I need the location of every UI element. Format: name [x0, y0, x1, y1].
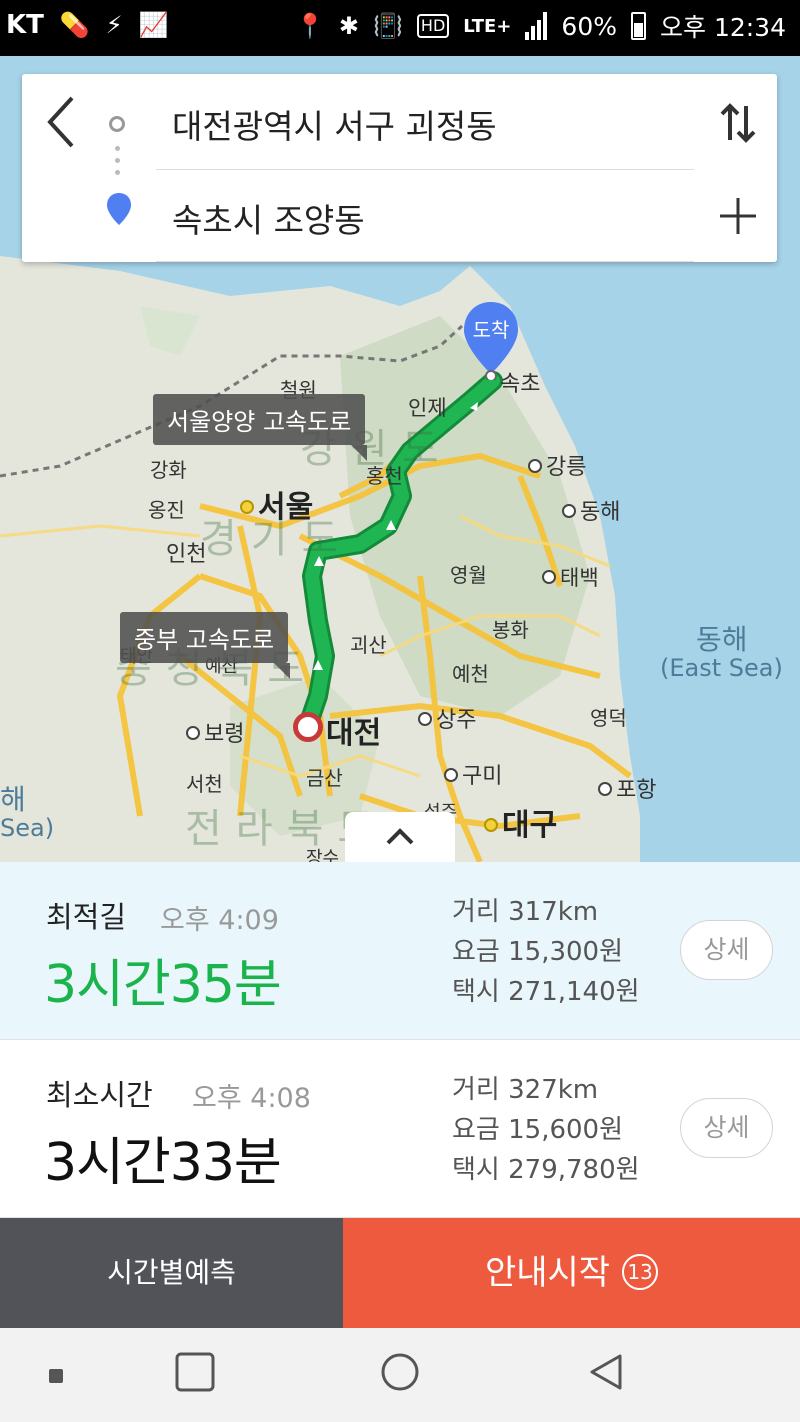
route-toll: 요금 15,600원 [452, 1115, 623, 1145]
place-incheon: 인천 [166, 542, 207, 567]
place-geumsan: 금산 [306, 766, 343, 790]
start-navigation-button[interactable]: 안내시작 13 [343, 1218, 800, 1328]
route-toll: 요금 15,300원 [452, 937, 623, 967]
route-taxi-fare: 택시 279,780원 [452, 1155, 640, 1185]
battery-percent: 60% [561, 11, 617, 41]
route-duration: 3시간33분 [44, 1133, 282, 1193]
field-divider [156, 261, 694, 262]
place-jangsu: 장수 [306, 848, 340, 862]
home-button[interactable] [380, 1352, 420, 1396]
add-waypoint-button[interactable] [718, 196, 758, 236]
origin-field[interactable]: 대전광역시 서구 괴정동 [172, 100, 692, 148]
expand-panel-button[interactable] [345, 812, 455, 864]
sea-label-east-ko: 동해 [696, 623, 748, 656]
place-daejeon: 대전 [326, 716, 382, 751]
chevron-up-icon [386, 828, 414, 845]
road-label-jungbu: 중부 고속도로 [120, 612, 291, 679]
swap-button[interactable] [718, 98, 758, 148]
place-boryeong: 보령 [186, 716, 244, 748]
triangle-back-icon [590, 1354, 622, 1390]
place-taebaek: 태백 [542, 562, 599, 592]
destination-field[interactable]: 속초시 조양동 [172, 194, 692, 242]
signal-icon [525, 12, 548, 40]
road-label-seoul-yangyang: 서울양양 고속도로 [153, 394, 368, 461]
route-taxi-fare: 택시 271,140원 [452, 977, 640, 1007]
sea-label-east-en: (East Sea) [660, 654, 783, 682]
route-arrival-time: 오후 4:09 [160, 905, 279, 936]
status-bar: KT 💊 ⚡ 📈 📍 ✱ 📳 HD LTE+ 60% 오후 12:34 [0, 0, 800, 56]
nav-back-button[interactable] [586, 1352, 626, 1396]
place-seoul: 서울 [240, 482, 313, 526]
destination-pin-label: 도착 [472, 318, 510, 342]
v3-app-icon: ⚡ [105, 11, 123, 39]
origin-dot-icon [109, 116, 125, 132]
route-option-fastest[interactable]: 최소시간 오후 4:08 3시간33분 거리 327km 요금 15,600원 … [0, 1040, 800, 1218]
clock: 오후 12:34 [660, 13, 786, 42]
route-option-recommended[interactable]: 최적길 오후 4:09 3시간35분 거리 317km 요금 15,300원 택… [0, 862, 800, 1040]
place-daegu: 대구 [484, 800, 557, 844]
plus-icon [720, 198, 756, 234]
place-seocheon: 서천 [186, 772, 223, 796]
start-navigation-label: 안내시작 [484, 1253, 611, 1293]
place-yeongwol: 영월 [450, 563, 487, 587]
route-info: 거리 317km 요금 15,300원 택시 271,140원 [452, 892, 640, 1012]
countdown-badge: 13 [622, 1253, 659, 1290]
hd-voice-icon: HD [416, 14, 450, 38]
route-distance: 거리 317km [452, 897, 599, 927]
place-yecheon: 예천 [452, 662, 489, 686]
time-prediction-label: 시간별예측 [107, 1256, 236, 1289]
route-detail-button[interactable]: 상세 [680, 1098, 773, 1158]
place-yeongdeok: 영덕 [590, 706, 627, 730]
route-dots-icon [115, 146, 120, 182]
vibrate-icon: 📳 [373, 12, 403, 40]
field-divider [156, 169, 694, 170]
square-icon [175, 1352, 215, 1392]
route-distance: 거리 327km [452, 1075, 599, 1105]
route-name: 최적길 [46, 900, 127, 934]
circle-home-icon [381, 1353, 419, 1391]
carrier-label: KT [6, 10, 44, 40]
battery-icon [631, 12, 646, 40]
place-gangneung: 강릉 [528, 449, 586, 481]
recent-apps-button[interactable] [48, 1368, 64, 1388]
route-info: 거리 327km 요금 15,600원 택시 279,780원 [452, 1070, 640, 1190]
pill-icon: 💊 [59, 11, 90, 39]
route-name: 최소시간 [46, 1078, 153, 1112]
place-bonghwa: 봉화 [492, 618, 529, 642]
overview-button[interactable] [175, 1352, 215, 1396]
route-detail-button[interactable]: 상세 [680, 920, 773, 980]
swap-arrows-icon [720, 103, 756, 143]
route-arrival-time: 오후 4:08 [192, 1083, 311, 1114]
destination-marker-icon [106, 192, 132, 230]
origin-marker [293, 712, 323, 742]
route-duration: 3시간35분 [44, 955, 282, 1015]
square-dot-icon [49, 1369, 63, 1383]
place-sangju: 상주 [418, 702, 476, 734]
place-ganghwa: 강화 [150, 458, 187, 482]
back-button[interactable] [42, 92, 82, 152]
place-ongjin: 옹진 [148, 498, 185, 522]
activity-icon: 📈 [138, 11, 169, 39]
route-search-card: 대전광역시 서구 괴정동 속초시 조양동 [22, 74, 777, 262]
sea-label-west-ko: 해 [0, 783, 26, 816]
place-inje: 인제 [408, 396, 447, 420]
bluetooth-icon: ✱ [338, 12, 360, 40]
time-prediction-button[interactable]: 시간별예측 [0, 1218, 343, 1328]
sea-label-west-en: Sea) [0, 814, 55, 842]
destination-pin-icon: 도착 [461, 300, 521, 380]
system-nav-bar [0, 1328, 800, 1422]
place-hongcheon: 홍천 [366, 464, 403, 488]
place-donghae-city: 동해 [562, 494, 620, 526]
location-icon: 📍 [295, 12, 325, 40]
place-gumi: 구미 [444, 758, 502, 790]
place-pohang: 포항 [598, 772, 656, 804]
network-type-label: LTE+ [463, 15, 512, 37]
back-arrow-icon [47, 96, 74, 148]
place-goesan: 괴산 [350, 633, 387, 657]
